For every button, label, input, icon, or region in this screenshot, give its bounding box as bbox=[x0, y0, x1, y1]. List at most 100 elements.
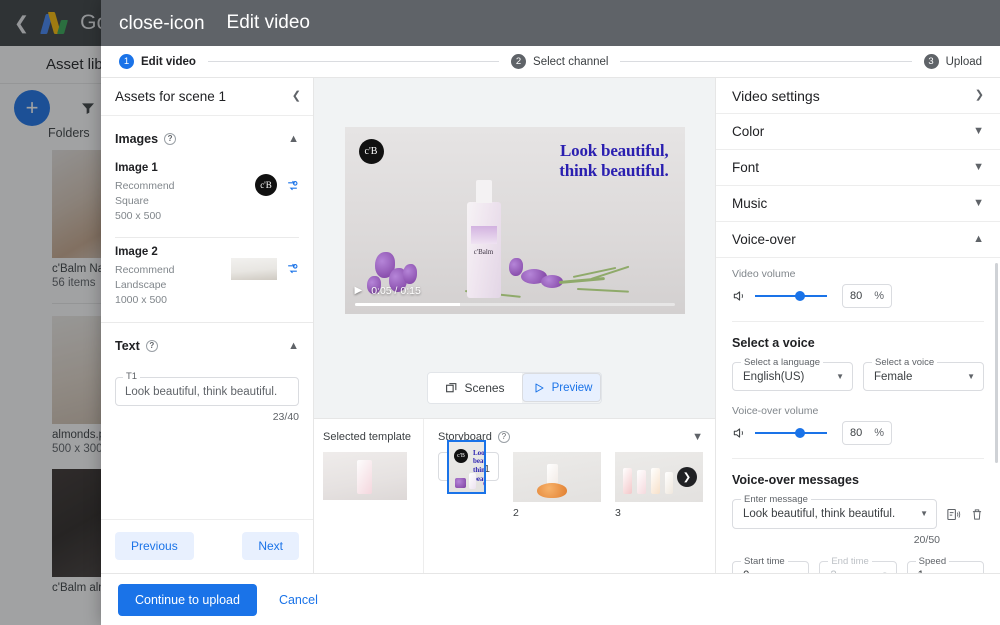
settings-row-music[interactable]: Music ▼ bbox=[716, 186, 1000, 222]
message-select[interactable]: Enter message Look beautiful, think beau… bbox=[732, 499, 937, 529]
text-section-header[interactable]: Text ? ▲ bbox=[115, 329, 299, 363]
language-select[interactable]: Select a language English(US) ▼ bbox=[732, 362, 853, 391]
voiceover-volume-input[interactable]: 80 % bbox=[842, 421, 892, 445]
product-bottle: c'Balm bbox=[467, 202, 501, 298]
storyboard-scene-3[interactable]: ❯ 3 bbox=[615, 452, 703, 519]
bottle-icon bbox=[637, 470, 646, 494]
step-edit-video[interactable]: 1 Edit video bbox=[119, 54, 196, 69]
help-circle-icon[interactable]: ? bbox=[164, 133, 176, 145]
storyboard-panel: Selected template Storyboard ? ▼ bbox=[314, 418, 715, 573]
text-field-label: T1 bbox=[123, 371, 140, 382]
speaker-icon[interactable] bbox=[732, 426, 746, 440]
video-volume-input[interactable]: 80 % bbox=[842, 284, 892, 308]
image-swap-icon[interactable] bbox=[286, 179, 299, 192]
video-volume-slider[interactable] bbox=[755, 295, 827, 297]
speaker-icon[interactable] bbox=[732, 289, 746, 303]
image-thumbnail[interactable] bbox=[231, 258, 277, 280]
step-select-channel[interactable]: 2 Select channel bbox=[511, 54, 608, 69]
scenes-icon bbox=[445, 382, 458, 395]
caret-down-icon[interactable]: ▼ bbox=[967, 373, 975, 381]
step-connector bbox=[620, 61, 911, 62]
slider-thumb[interactable] bbox=[795, 428, 805, 438]
text-to-speech-icon[interactable] bbox=[946, 507, 961, 522]
caret-down-icon[interactable]: ▼ bbox=[920, 510, 928, 518]
image-asset-name: Image 2 bbox=[115, 246, 175, 258]
chevron-down-icon[interactable]: ▼ bbox=[973, 162, 984, 173]
lavender-icon bbox=[509, 258, 523, 276]
image-size-label: 500 x 500 bbox=[115, 209, 175, 224]
scene-number: 3 bbox=[615, 507, 703, 519]
images-section-header[interactable]: Images ? ▲ bbox=[115, 122, 299, 156]
selected-template-thumbnail[interactable] bbox=[323, 452, 407, 500]
fruit-icon bbox=[537, 483, 567, 498]
select-voice-title: Select a voice bbox=[732, 336, 984, 350]
storyboard-section: Storyboard ? ▼ c'B Look beautiful, think bbox=[424, 419, 715, 573]
step-connector bbox=[208, 61, 499, 62]
close-icon[interactable]: close-icon bbox=[119, 14, 205, 33]
play-icon[interactable]: ▶ bbox=[355, 286, 363, 296]
chevron-up-icon[interactable]: ▲ bbox=[288, 134, 299, 145]
text-field-value[interactable]: Look beautiful, think beautiful. bbox=[115, 377, 299, 406]
chevron-left-icon[interactable]: ❮ bbox=[292, 91, 301, 102]
slider-thumb[interactable] bbox=[795, 291, 805, 301]
voiceover-volume-slider[interactable] bbox=[755, 432, 827, 434]
start-time-field[interactable]: Start time 0 bbox=[732, 561, 809, 573]
continue-to-upload-button[interactable]: Continue to upload bbox=[118, 584, 257, 616]
voiceover-message-row: Enter message Look beautiful, think beau… bbox=[732, 499, 984, 529]
caret-down-icon[interactable]: ▼ bbox=[836, 373, 844, 381]
settings-row-video-settings[interactable]: Video settings ❯ bbox=[716, 78, 1000, 114]
image-recommend-label: Recommend bbox=[115, 179, 175, 194]
chevron-right-icon[interactable]: ❯ bbox=[975, 90, 984, 101]
image-thumbnail[interactable]: c'B bbox=[255, 174, 277, 196]
scene-thumbnail: c'B Look beautiful, think beautiful. bbox=[449, 442, 484, 492]
image-swap-icon[interactable] bbox=[286, 262, 299, 275]
language-select-value: English(US) bbox=[743, 371, 804, 383]
play-icon bbox=[533, 382, 545, 394]
voice-select[interactable]: Select a voice Female ▼ bbox=[863, 362, 984, 391]
player-timebar: ▶ 0:05 / 0:15 bbox=[355, 285, 675, 297]
chevron-up-icon[interactable]: ▲ bbox=[973, 234, 984, 245]
player-progress-track[interactable] bbox=[355, 303, 675, 306]
settings-row-title: Music bbox=[732, 196, 767, 211]
end-time-field[interactable]: End time 3 s bbox=[819, 561, 896, 573]
help-circle-icon[interactable]: ? bbox=[498, 431, 510, 443]
settings-row-font[interactable]: Font ▼ bbox=[716, 150, 1000, 186]
settings-row-title: Video settings bbox=[732, 88, 820, 104]
settings-scrollbar[interactable] bbox=[995, 263, 998, 463]
tab-preview[interactable]: Preview bbox=[522, 373, 602, 402]
caret-down-icon[interactable]: ▼ bbox=[967, 572, 975, 574]
settings-row-voice-over[interactable]: Voice-over ▲ bbox=[716, 222, 1000, 258]
previous-button[interactable]: Previous bbox=[115, 532, 194, 560]
text-field-t1[interactable]: T1 Look beautiful, think beautiful. bbox=[115, 377, 299, 406]
next-button[interactable]: Next bbox=[242, 532, 299, 560]
tab-scenes[interactable]: Scenes bbox=[428, 373, 522, 403]
image-shape-label: Landscape bbox=[115, 278, 175, 293]
step-number: 2 bbox=[511, 54, 526, 69]
step-upload[interactable]: 3 Upload bbox=[924, 54, 982, 69]
divider bbox=[115, 237, 299, 238]
storyboard-scene-1[interactable]: c'B Look beautiful, think beautiful. bbox=[438, 452, 499, 481]
trash-icon[interactable] bbox=[970, 507, 984, 522]
speed-field[interactable]: Speed 1 ▼ bbox=[907, 561, 984, 573]
step-number: 1 bbox=[119, 54, 134, 69]
storyboard-next-icon[interactable]: ❯ bbox=[677, 467, 697, 487]
step-number: 3 bbox=[924, 54, 939, 69]
settings-row-title: Voice-over bbox=[732, 232, 796, 247]
video-player[interactable]: c'B Look beautiful, think beautiful. bbox=[345, 127, 685, 314]
settings-row-color[interactable]: Color ▼ bbox=[716, 114, 1000, 150]
chevron-down-icon[interactable]: ▼ bbox=[973, 198, 984, 209]
preview-column: c'B Look beautiful, think beautiful. bbox=[314, 78, 715, 573]
cancel-button[interactable]: Cancel bbox=[267, 584, 330, 616]
lavender-icon bbox=[403, 264, 417, 284]
help-circle-icon[interactable]: ? bbox=[146, 340, 158, 352]
message-char-counter: 20/50 bbox=[732, 534, 940, 546]
assets-panel-footer: Previous Next bbox=[101, 519, 313, 573]
scene-number: 1 bbox=[484, 463, 490, 475]
storyboard-scene-2[interactable]: 2 bbox=[513, 452, 601, 519]
chevron-up-icon[interactable]: ▲ bbox=[288, 341, 299, 352]
images-section-label: Images bbox=[115, 132, 158, 146]
text-char-counter: 23/40 bbox=[115, 411, 299, 423]
timing-row: Start time 0 End time 3 s Speed 1 ▼ bbox=[732, 561, 984, 573]
chevron-down-icon[interactable]: ▼ bbox=[973, 126, 984, 137]
chevron-down-icon[interactable]: ▼ bbox=[692, 432, 703, 443]
